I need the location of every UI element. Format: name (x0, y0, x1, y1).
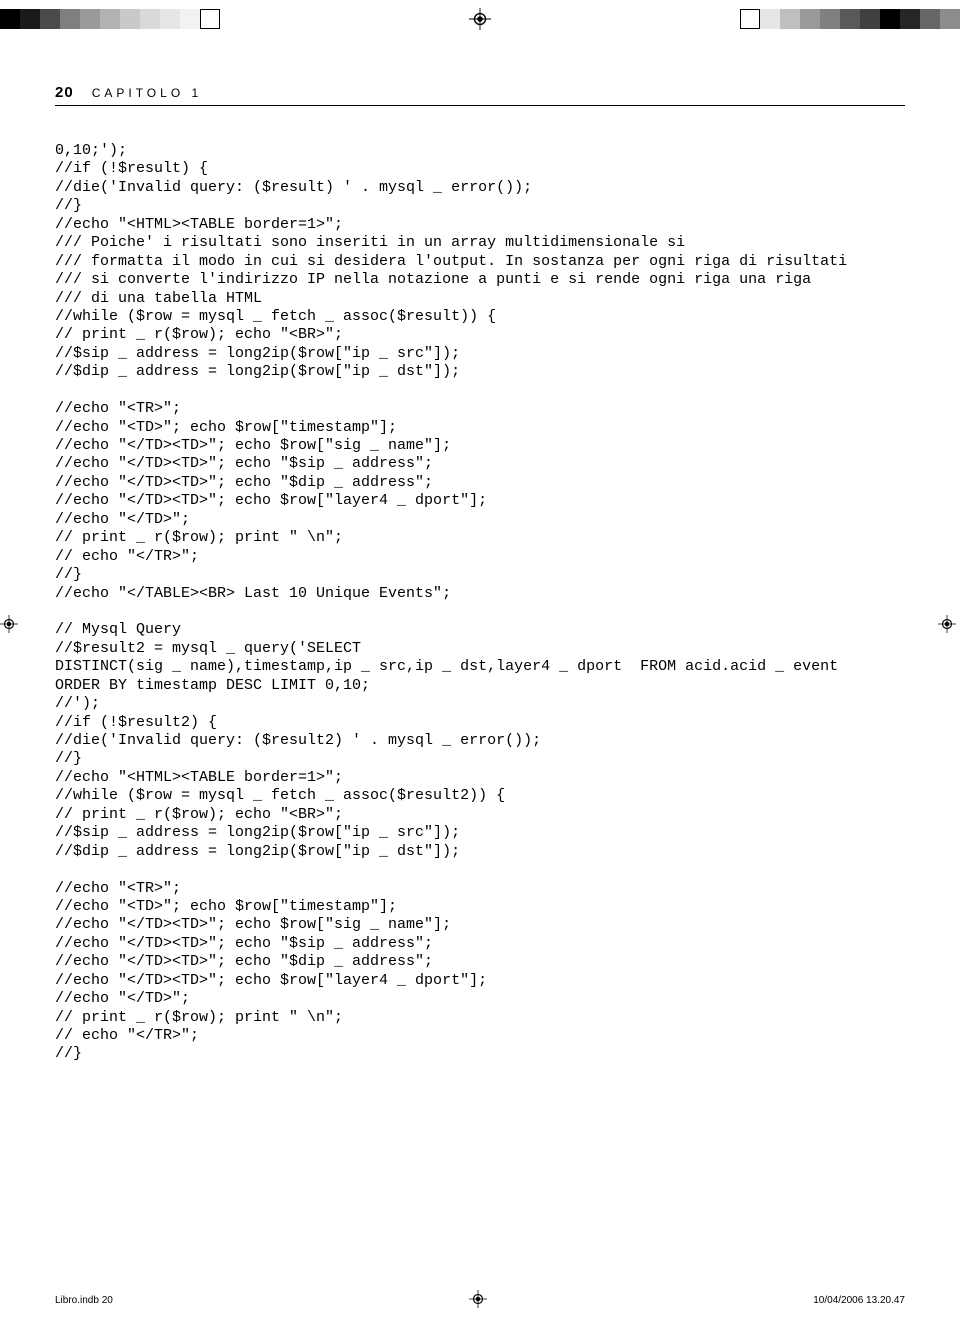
registration-icon-top (469, 8, 491, 30)
page-number: 20 (55, 84, 74, 101)
page-content: 20 CAPITOLO 1 0,10;'); //if (!$result) {… (0, 0, 960, 1114)
registration-icon-bottom (469, 1290, 491, 1312)
footer-right: 10/04/2006 13.20.47 (813, 1295, 905, 1306)
regmark-left-swatches (0, 9, 220, 29)
chapter-title: CAPITOLO 1 (92, 86, 202, 100)
page-header: 20 CAPITOLO 1 (55, 84, 905, 106)
page-footer: Libro.indb 20 10/04/2006 13.20.47 (0, 1295, 960, 1306)
code-listing: 0,10;'); //if (!$result) { //die('Invali… (55, 142, 905, 1064)
registration-marks (0, 8, 960, 30)
footer-left: Libro.indb 20 (55, 1295, 113, 1306)
regmark-right-swatches (740, 9, 960, 29)
